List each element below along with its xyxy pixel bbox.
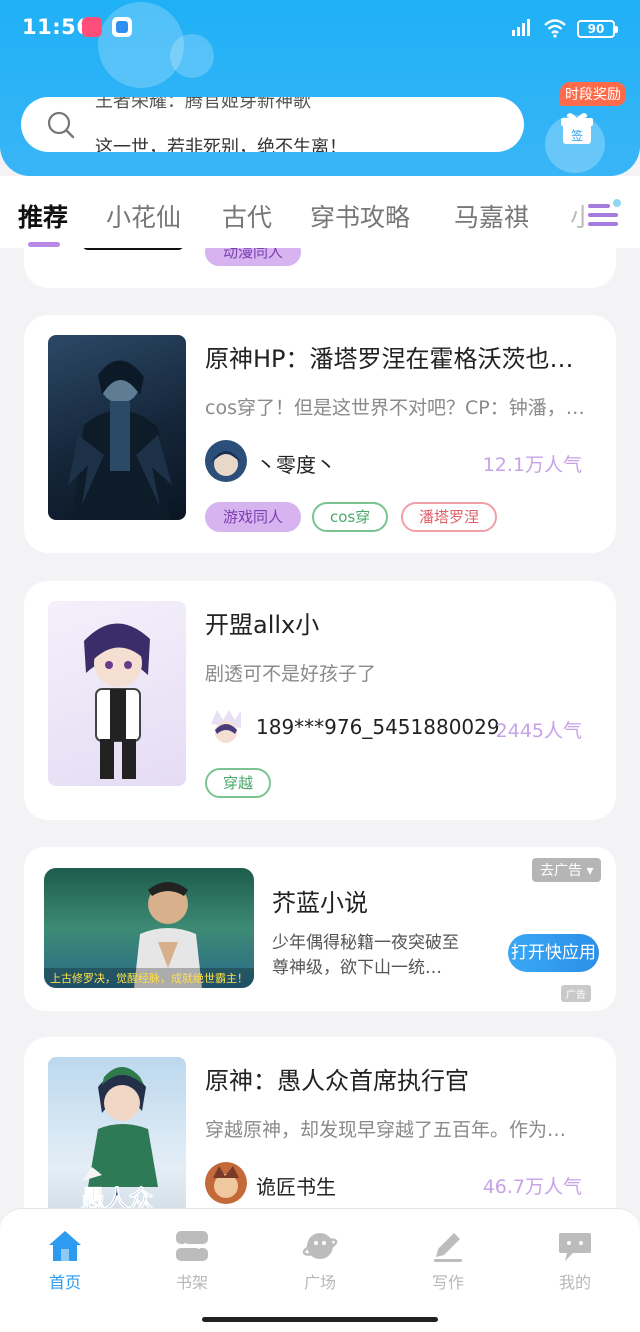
home-icon — [49, 1231, 81, 1261]
popularity: 12.1万人气 — [482, 454, 582, 476]
book-description: 穿越原神，却发现早穿越了五百年。作为… — [205, 1119, 567, 1141]
nav-bookshelf[interactable]: 书架 — [147, 1229, 237, 1293]
tab-overflow[interactable]: 小 — [570, 198, 586, 234]
tab-xiaohuaxian[interactable]: 小花仙 — [106, 198, 181, 234]
author-name[interactable]: 189***976_5451880029 — [256, 715, 500, 739]
book-cover-partial — [82, 248, 184, 250]
tag[interactable]: 游戏同人 — [205, 502, 302, 532]
book-title[interactable]: 原神HP：潘塔罗涅在霍格沃茨也… — [205, 339, 601, 374]
search-icon — [47, 111, 75, 139]
remove-ad-label: 去广告 — [540, 863, 582, 879]
author-name[interactable]: 丶零度丶 — [256, 449, 336, 478]
book-title[interactable]: 原神：愚人众首席执行官 — [205, 1061, 601, 1096]
tag[interactable]: cos穿 — [312, 502, 389, 532]
nav-home[interactable]: 首页 — [20, 1229, 110, 1293]
author-avatar[interactable] — [205, 706, 247, 748]
wifi-icon — [544, 19, 566, 38]
book-card[interactable]: 愚人众首席执行官 原神：愚人众首席执行官 穿越原神，却发现早穿越了五百年。作为…… — [24, 1037, 616, 1208]
tab-recommend[interactable]: 推荐 — [18, 198, 68, 234]
nav-write-label: 写作 — [431, 1273, 464, 1292]
active-tab-indicator — [28, 242, 60, 247]
nav-profile[interactable]: 我的 — [530, 1229, 620, 1293]
nav-bookshelf-label: 书架 — [175, 1273, 208, 1292]
book-cover — [48, 601, 186, 786]
header: 11:56 90 王者荣耀：腾官姬芽新神歌 这一世，若非死别，绝不生离！ — [0, 0, 640, 176]
tag[interactable]: 潘塔罗涅 — [401, 502, 498, 532]
ad-title[interactable]: 芥蓝小说 — [272, 883, 368, 918]
nav-write[interactable]: 写作 — [403, 1229, 493, 1293]
bookshelf-icon — [176, 1231, 208, 1261]
remove-ad-button[interactable]: 去广告 ▾ — [532, 858, 602, 882]
chat-bubble-icon — [559, 1233, 591, 1261]
notification-app-icon — [82, 17, 102, 37]
book-card[interactable]: 原神HP：潘塔罗涅在霍格沃茨也… cos穿了！但是这世界不对吧？CP：钟潘，… … — [24, 315, 616, 553]
bottom-nav: 首页 书架 广场 写作 我的 — [0, 1208, 640, 1332]
reward-badge: 时段奖励 — [560, 82, 626, 106]
cover-title-line1: 愚人众 — [81, 1185, 153, 1208]
tab-ma-jiaqi[interactable]: 马嘉祺 — [454, 198, 529, 234]
home-indicator — [202, 1317, 438, 1322]
gift-icon[interactable]: 签 — [560, 110, 594, 146]
chevron-down-icon: ▾ — [586, 863, 594, 879]
book-description: cos穿了！但是这世界不对吧？CP：钟潘，… — [205, 397, 585, 419]
open-app-button[interactable]: 打开快应用 — [508, 934, 599, 972]
menu-icon[interactable] — [586, 198, 622, 232]
ad-card[interactable]: 上古修罗决，觉醒经脉，成就绝世霸主！ 芥蓝小说 少年偶得秘籍一夜突破至尊神级，欲… — [24, 847, 616, 1011]
book-card-partial[interactable]: 动漫同人 — [24, 248, 616, 288]
book-cover: 愚人众首席执行官 — [48, 1057, 186, 1208]
search-hint: 这一世，若非死别，绝不生离！ — [95, 137, 347, 152]
battery-icon: 90 — [577, 20, 618, 38]
tag[interactable]: 动漫同人 — [205, 248, 302, 266]
signal-icon — [512, 19, 530, 36]
sign-label: 签 — [571, 128, 583, 143]
ad-image-caption: 上古修罗决，觉醒经脉，成就绝世霸主！ — [50, 971, 248, 985]
ad-label: 广告 — [561, 985, 591, 1002]
feed[interactable]: 动漫同人 原神HP：潘塔罗涅在霍格沃茨也… cos穿了！但是这世界不对吧？CP：… — [0, 248, 640, 1208]
tab-transmigration-guide[interactable]: 穿书攻略 — [310, 198, 410, 234]
tab-ancient[interactable]: 古代 — [222, 198, 272, 234]
search-bar[interactable]: 王者荣耀：腾官姬芽新神歌 这一世，若非死别，绝不生离！ — [21, 97, 524, 152]
nav-profile-label: 我的 — [558, 1273, 591, 1292]
nav-home-label: 首页 — [48, 1273, 81, 1292]
ad-image[interactable]: 上古修罗决，觉醒经脉，成就绝世霸主！ — [44, 868, 254, 988]
author-avatar[interactable] — [205, 1162, 247, 1204]
popularity: 46.7万人气 — [482, 1176, 582, 1198]
popularity: 2445人气 — [495, 720, 582, 742]
category-tabs: 推荐 小花仙 古代 穿书攻略 马嘉祺 小 — [0, 176, 640, 248]
book-card[interactable]: 开盟allx小 剧透可不是好孩子了 189***976_5451880029 2… — [24, 581, 616, 820]
planet-icon — [302, 1233, 338, 1259]
nav-square[interactable]: 广场 — [275, 1229, 365, 1293]
book-cover — [48, 335, 186, 520]
author-name[interactable]: 诡匠书生 — [256, 1171, 336, 1200]
search-hint-previous: 王者荣耀：腾官姬芽新神歌 — [95, 97, 311, 112]
status-bar: 11:56 90 — [0, 0, 640, 56]
pen-icon — [434, 1233, 462, 1262]
ad-description: 少年偶得秘籍一夜突破至尊神级，欲下山一统… — [272, 933, 459, 978]
notification-chat-icon — [112, 17, 132, 37]
nav-square-label: 广场 — [303, 1273, 336, 1292]
tag[interactable]: 穿越 — [205, 768, 272, 798]
book-title[interactable]: 开盟allx小 — [205, 605, 601, 640]
clock: 11:56 — [22, 15, 92, 39]
book-description: 剧透可不是好孩子了 — [205, 663, 377, 685]
author-avatar[interactable] — [205, 440, 247, 482]
